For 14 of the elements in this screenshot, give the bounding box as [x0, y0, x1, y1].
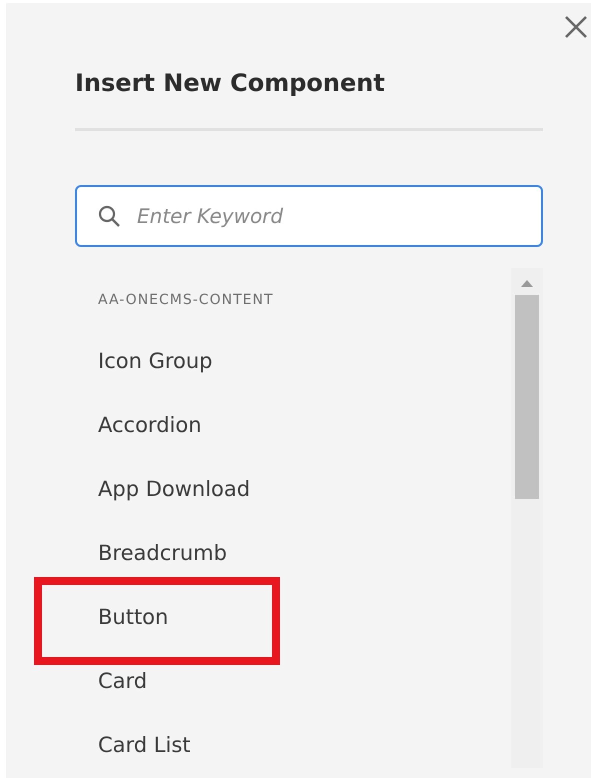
- list-item[interactable]: Icon Group: [75, 346, 213, 376]
- list-item[interactable]: Button: [75, 602, 168, 632]
- list-item[interactable]: Accordion: [75, 410, 202, 440]
- scrollbar-thumb[interactable]: [515, 295, 539, 499]
- close-icon[interactable]: [564, 15, 588, 39]
- scrollbar[interactable]: [511, 268, 543, 768]
- list-item[interactable]: Card: [75, 666, 148, 696]
- dialog-title: Insert New Component: [75, 68, 386, 99]
- list-item[interactable]: Breadcrumb: [75, 538, 227, 568]
- list-item[interactable]: App Download: [75, 474, 250, 504]
- scroll-up-icon[interactable]: [521, 280, 533, 287]
- search-field[interactable]: Enter Keyword: [75, 185, 543, 247]
- list-item[interactable]: Card List: [75, 730, 191, 760]
- group-heading: AA-ONECMS-CONTENT: [97, 291, 274, 310]
